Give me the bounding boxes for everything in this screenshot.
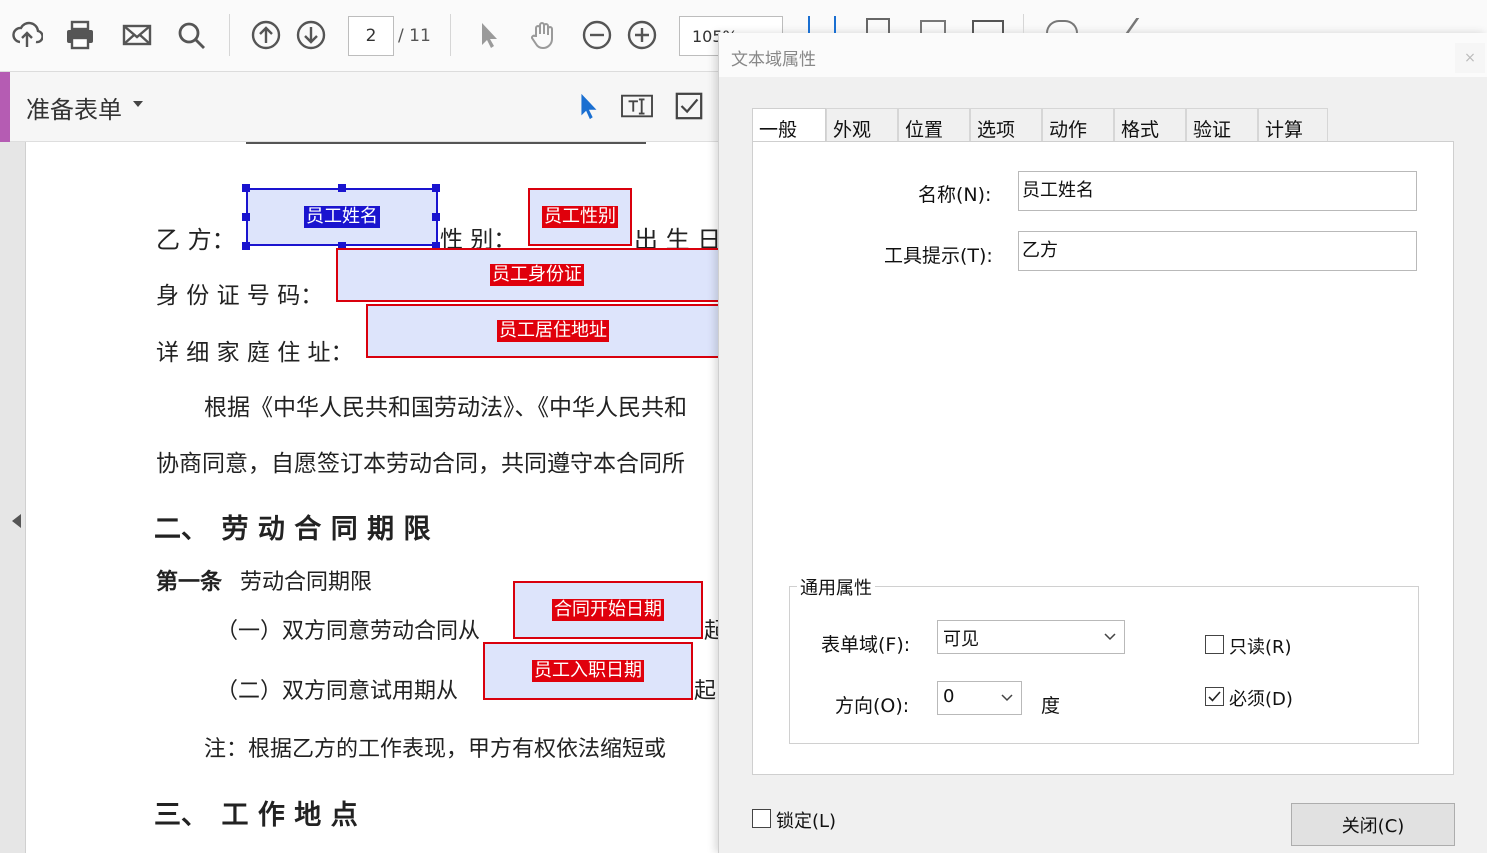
chevron-down-icon[interactable] <box>993 682 1021 714</box>
doc-article-1-title: 劳动合同期限 <box>240 570 373 595</box>
doc-section-2-heading: 二、 劳 动 合 同 期 限 <box>154 514 431 545</box>
mail-icon[interactable] <box>120 18 154 52</box>
page-rule <box>246 142 646 144</box>
toolbar-separator <box>450 14 451 56</box>
fit-page-icon[interactable] <box>808 16 836 33</box>
print-icon[interactable] <box>63 18 97 52</box>
tooltip-label: 工具提示(T): <box>884 245 993 267</box>
locked-checkbox[interactable] <box>752 809 771 828</box>
text-field-tool-icon[interactable] <box>619 88 655 124</box>
field-label: 合同开始日期 <box>552 599 664 621</box>
tab-actions[interactable]: 动作 <box>1042 108 1114 142</box>
dialog-title: 文本域属性 <box>731 50 816 70</box>
field-label: 员工性别 <box>542 206 618 228</box>
comment-icon[interactable] <box>1046 20 1078 33</box>
form-field-visibility-label: 表单域(F): <box>821 634 911 656</box>
tab-format[interactable]: 格式 <box>1114 108 1186 142</box>
doc-paragraph-2: 协商同意，自愿签订本劳动合同，共同遵守本合同所 <box>156 451 685 477</box>
tab-validate[interactable]: 验证 <box>1186 108 1258 142</box>
tooltip-input[interactable]: 乙方 <box>1018 231 1417 271</box>
required-checkbox[interactable] <box>1205 687 1224 706</box>
doc-line-party-b: 乙 方： <box>156 226 236 254</box>
close-icon[interactable]: × <box>1455 43 1485 73</box>
doc-line-address: 详 细 家 庭 住 址： <box>156 340 354 366</box>
pdf-editor-window: 2 / 11 105% 准备表单 乙 方： 性 别： 出 生 日 身 份 证 号… <box>0 0 1487 853</box>
field-label: 员工居住地址 <box>497 320 609 342</box>
resize-handle[interactable] <box>432 184 440 192</box>
page-number-input[interactable]: 2 <box>348 16 394 56</box>
prepare-form-title[interactable]: 准备表单 <box>26 90 122 125</box>
locked-label: 锁定(L) <box>776 811 837 832</box>
name-input[interactable]: 员工姓名 <box>1018 171 1417 211</box>
dialog-tabs: 一般 外观 位置 选项 动作 格式 验证 计算 <box>752 108 1328 144</box>
page-up-icon[interactable] <box>249 18 283 52</box>
form-field-employee-address[interactable]: 员工居住地址 <box>366 304 726 358</box>
image-icon[interactable] <box>920 20 946 33</box>
form-field-employee-gender[interactable]: 员工性别 <box>528 188 632 246</box>
upload-icon[interactable] <box>10 18 44 52</box>
toolbar-separator <box>1023 14 1024 33</box>
zoom-in-icon[interactable] <box>625 18 659 52</box>
tab-position[interactable]: 位置 <box>898 108 970 142</box>
doc-item-2-tail: 起 <box>694 679 717 704</box>
form-field-contract-start[interactable]: 合同开始日期 <box>513 581 703 639</box>
checkbox-tool-icon[interactable] <box>671 88 707 124</box>
required-label: 必须(D) <box>1229 689 1293 710</box>
resize-handle[interactable] <box>242 242 250 250</box>
orientation-label: 方向(O): <box>835 695 910 717</box>
doc-article-1-label: 第一条 <box>156 569 223 595</box>
select-value: 可见 <box>943 629 979 650</box>
left-panel-gutter <box>0 142 26 853</box>
form-field-visibility-select[interactable]: 可见 <box>937 620 1125 654</box>
select-value: 0 <box>943 686 955 707</box>
text-field-properties-dialog: 文本域属性 × 一般 外观 位置 选项 动作 格式 验证 计算 名称(N): 员… <box>718 33 1487 853</box>
common-properties-group <box>789 586 1419 744</box>
search-icon[interactable] <box>174 18 208 52</box>
readonly-checkbox[interactable] <box>1205 635 1224 654</box>
orientation-select[interactable]: 0 <box>937 681 1022 715</box>
field-label: 员工姓名 <box>304 206 380 228</box>
common-properties-title: 通用属性 <box>797 574 875 600</box>
resize-handle[interactable] <box>338 184 346 192</box>
document-page: 乙 方： 性 别： 出 生 日 身 份 证 号 码： 详 细 家 庭 住 址： … <box>26 142 726 853</box>
zoom-out-icon[interactable] <box>580 18 614 52</box>
doc-note: 注：根据乙方的工作表现，甲方有权依法缩短或 <box>204 737 667 762</box>
keyboard-icon[interactable] <box>972 20 1004 33</box>
form-field-employee-name[interactable]: 员工姓名 <box>246 188 438 246</box>
close-button[interactable]: 关闭(C) <box>1291 803 1455 846</box>
field-label: 员工入职日期 <box>532 660 644 682</box>
doc-item-1: （一）双方同意劳动合同从 <box>216 619 481 644</box>
dialog-titlebar[interactable] <box>719 33 1487 77</box>
tab-calculate[interactable]: 计算 <box>1258 108 1328 142</box>
resize-handle[interactable] <box>242 213 250 221</box>
chevron-down-icon[interactable] <box>133 101 143 107</box>
hand-icon[interactable] <box>526 18 560 52</box>
checkmark-icon <box>1208 691 1221 702</box>
select-object-icon[interactable] <box>570 88 606 124</box>
page-down-icon[interactable] <box>294 18 328 52</box>
doc-item-2: （二）双方同意试用期从 <box>216 679 459 704</box>
form-field-employee-id[interactable]: 员工身份证 <box>336 248 726 302</box>
resize-handle[interactable] <box>242 184 250 192</box>
general-tab-panel: 名称(N): 员工姓名 工具提示(T): 乙方 通用属性 表单域(F): 可见 … <box>752 141 1454 775</box>
resize-handle[interactable] <box>432 213 440 221</box>
doc-line-id-number: 身 份 证 号 码： <box>156 283 324 309</box>
toolbar-separator <box>229 14 230 56</box>
select-pointer-icon[interactable] <box>472 18 506 52</box>
tab-general[interactable]: 一般 <box>752 108 826 144</box>
doc-paragraph-1: 根据《中华人民共和国劳动法》、《中华人民共和 <box>204 395 687 421</box>
name-label: 名称(N): <box>918 184 992 206</box>
readonly-label: 只读(R) <box>1229 637 1292 658</box>
page-total-label: / 11 <box>398 26 431 46</box>
tool-accent-strip <box>0 72 10 142</box>
doc-section-3-heading: 三、 工 作 地 点 <box>154 800 358 831</box>
form-field-hire-date[interactable]: 员工入职日期 <box>483 642 693 700</box>
field-label: 员工身份证 <box>490 264 584 286</box>
tab-options[interactable]: 选项 <box>970 108 1042 142</box>
expand-panel-icon[interactable] <box>12 514 21 528</box>
tab-appearance[interactable]: 外观 <box>826 108 898 142</box>
degree-label: 度 <box>1041 695 1061 717</box>
rotate-icon[interactable] <box>866 18 890 33</box>
chevron-down-icon[interactable] <box>1096 621 1124 653</box>
